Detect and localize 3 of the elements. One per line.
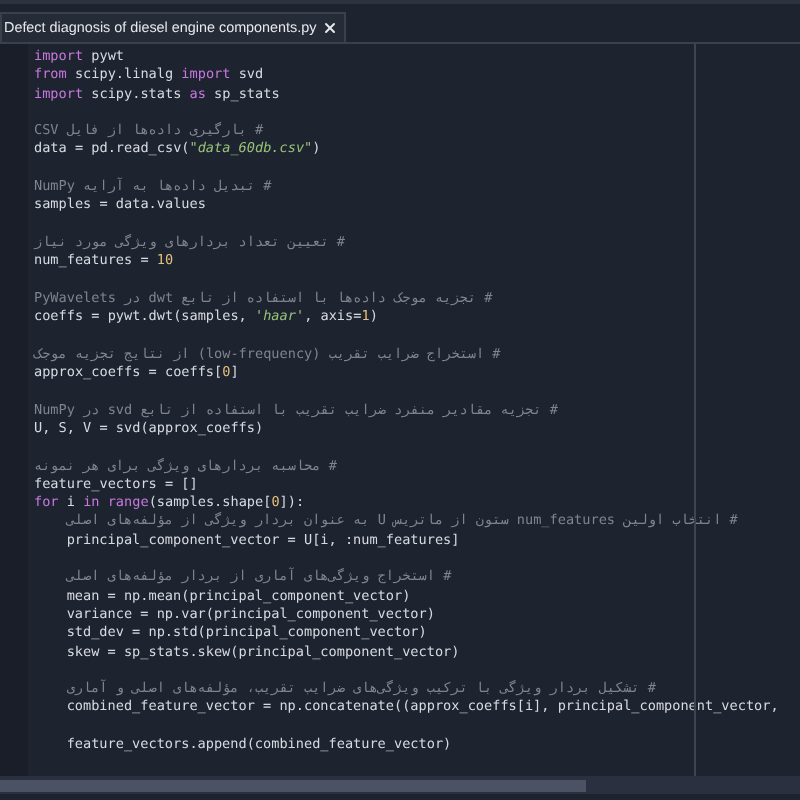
scrollbar-thumb[interactable] xyxy=(0,779,586,791)
horizontal-scrollbar[interactable] xyxy=(0,776,800,794)
close-icon[interactable] xyxy=(322,20,339,36)
